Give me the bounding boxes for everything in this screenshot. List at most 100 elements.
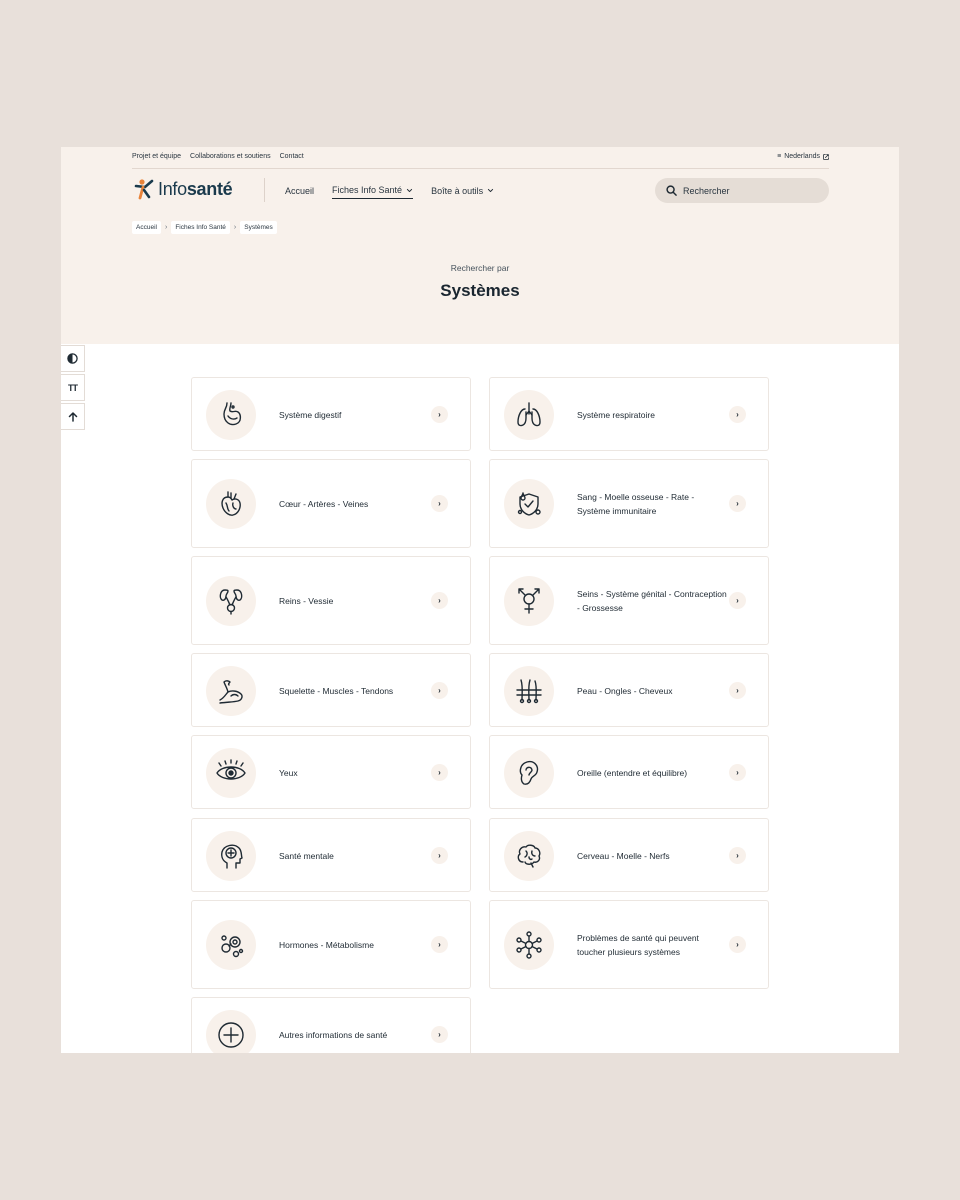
- hormones-icon: [206, 920, 256, 970]
- infosante-logo[interactable]: Infosanté: [134, 178, 233, 200]
- external-link-icon: [823, 153, 829, 160]
- system-card-label: Yeux: [279, 768, 298, 778]
- page-frame: Projet et équipe Collaborations et souti…: [61, 147, 899, 1053]
- chevron-right-icon: ›: [431, 406, 448, 423]
- system-card-label: Système digestif: [279, 410, 342, 420]
- system-card-label: Seins - Système génital - Contraception …: [577, 589, 727, 613]
- skin-hair-icon: [504, 666, 554, 716]
- accessibility-toolbar: TT: [61, 345, 86, 432]
- system-card-label: Problèmes de santé qui peuvent toucher p…: [577, 933, 699, 957]
- chevron-right-icon: ›: [431, 764, 448, 781]
- breadcrumb-separator-icon: ›: [164, 224, 168, 231]
- system-card[interactable]: Cerveau - Moelle - Nerfs ›: [489, 818, 769, 892]
- system-card[interactable]: Oreille (entendre et équilibre) ›: [489, 735, 769, 809]
- system-card-label: Cœur - Artères - Veines: [279, 499, 369, 509]
- top-utility-bar: Projet et équipe Collaborations et souti…: [132, 147, 829, 169]
- lungs-icon: [504, 390, 554, 440]
- language-lines-icon: ≡: [777, 153, 782, 160]
- breadcrumb: Accueil › Fiches Info Santé › Systèmes: [132, 221, 277, 234]
- chevron-right-icon: ›: [729, 406, 746, 423]
- chevron-right-icon: ›: [729, 592, 746, 609]
- contrast-icon: [67, 353, 78, 364]
- utility-links: Projet et équipe Collaborations et souti…: [132, 153, 304, 160]
- system-card[interactable]: Autres informations de santé ›: [191, 997, 471, 1053]
- system-card[interactable]: Système digestif ›: [191, 377, 471, 451]
- system-card-label: Peau - Ongles - Cheveux: [577, 686, 673, 696]
- breadcrumb-separator-icon: ›: [233, 224, 237, 231]
- back-to-top-button[interactable]: [61, 403, 85, 430]
- heart-icon: [206, 479, 256, 529]
- logo-figure-icon: [134, 179, 154, 200]
- chevron-right-icon: ›: [729, 936, 746, 953]
- arrow-up-icon: [68, 411, 77, 422]
- system-card[interactable]: Peau - Ongles - Cheveux ›: [489, 653, 769, 727]
- system-card[interactable]: Squelette - Muscles - Tendons ›: [191, 653, 471, 727]
- chevron-right-icon: ›: [431, 592, 448, 609]
- page-subtitle: Rechercher par: [450, 263, 510, 273]
- page-title: Systèmes: [440, 281, 520, 300]
- plus-circle-icon: [206, 1010, 256, 1053]
- link-projet-equipe[interactable]: Projet et équipe: [132, 153, 181, 160]
- head-mind-icon: [206, 831, 256, 881]
- ear-icon: [504, 748, 554, 798]
- search-placeholder: Rechercher: [683, 185, 730, 196]
- contrast-button[interactable]: [61, 345, 85, 372]
- system-card[interactable]: Seins - Système génital - Contraception …: [489, 556, 769, 645]
- system-card-label: Santé mentale: [279, 851, 334, 861]
- system-card[interactable]: Système respiratoire ›: [489, 377, 769, 451]
- system-card-label: Sang - Moelle osseuse - Rate - Système i…: [577, 492, 695, 516]
- link-contact[interactable]: Contact: [280, 153, 304, 160]
- chevron-right-icon: ›: [431, 936, 448, 953]
- system-card[interactable]: Santé mentale ›: [191, 818, 471, 892]
- nav-fiches-label: Fiches Info Santé: [332, 185, 403, 195]
- breadcrumb-accueil[interactable]: Accueil: [132, 221, 161, 234]
- breadcrumb-fiches[interactable]: Fiches Info Santé: [171, 221, 230, 234]
- main-navigation: Accueil Fiches Info Santé Boîte à outils: [285, 185, 494, 199]
- search-input[interactable]: Rechercher: [655, 178, 829, 203]
- stomach-icon: [206, 390, 256, 440]
- system-card[interactable]: Reins - Vessie ›: [191, 556, 471, 645]
- header-divider: [264, 178, 265, 202]
- nav-fiches-info-sante[interactable]: Fiches Info Santé: [332, 185, 414, 199]
- nav-boite-a-outils[interactable]: Boîte à outils: [431, 185, 494, 199]
- eye-icon: [206, 748, 256, 798]
- chevron-down-icon: [406, 188, 413, 192]
- chevron-down-icon: [488, 188, 494, 193]
- chevron-right-icon: ›: [729, 764, 746, 781]
- system-card[interactable]: Yeux ›: [191, 735, 471, 809]
- language-switch[interactable]: ≡ Nederlands: [777, 153, 829, 160]
- chevron-right-icon: ›: [431, 1026, 448, 1043]
- blood-shield-icon: [504, 479, 554, 529]
- breadcrumb-systemes: Systèmes: [240, 221, 277, 234]
- kidneys-icon: [206, 576, 256, 626]
- muscle-arm-icon: [206, 666, 256, 716]
- chevron-right-icon: ›: [431, 682, 448, 699]
- gender-symbol-icon: [504, 576, 554, 626]
- system-card-label: Oreille (entendre et équilibre): [577, 768, 688, 778]
- system-card-label: Reins - Vessie: [279, 596, 334, 606]
- system-card[interactable]: Problèmes de santé qui peuvent toucher p…: [489, 900, 769, 989]
- system-card-label: Système respiratoire: [577, 410, 655, 420]
- chevron-right-icon: ›: [729, 682, 746, 699]
- language-label: Nederlands: [784, 153, 820, 160]
- system-card[interactable]: Cœur - Artères - Veines ›: [191, 459, 471, 548]
- system-card-label: Hormones - Métabolisme: [279, 940, 374, 950]
- nav-accueil[interactable]: Accueil: [285, 185, 314, 199]
- nav-accueil-label: Accueil: [285, 185, 315, 196]
- logo-wordmark: Infosanté: [158, 178, 233, 199]
- link-collaborations[interactable]: Collaborations et soutiens: [190, 153, 271, 160]
- system-card[interactable]: Hormones - Métabolisme ›: [191, 900, 471, 989]
- system-card-label: Squelette - Muscles - Tendons: [279, 686, 394, 696]
- hero-section: Projet et équipe Collaborations et souti…: [61, 147, 899, 344]
- chevron-right-icon: ›: [729, 847, 746, 864]
- search-icon: [666, 185, 677, 196]
- chevron-right-icon: ›: [729, 495, 746, 512]
- network-icon: [504, 920, 554, 970]
- text-size-button[interactable]: TT: [61, 374, 85, 401]
- nav-boite-label: Boîte à outils: [431, 185, 484, 196]
- brain-icon: [504, 831, 554, 881]
- chevron-right-icon: ›: [431, 847, 448, 864]
- system-card[interactable]: Sang - Moelle osseuse - Rate - Système i…: [489, 459, 769, 548]
- system-card-label: Autres informations de santé: [279, 1030, 388, 1040]
- text-size-icon: TT: [68, 382, 78, 393]
